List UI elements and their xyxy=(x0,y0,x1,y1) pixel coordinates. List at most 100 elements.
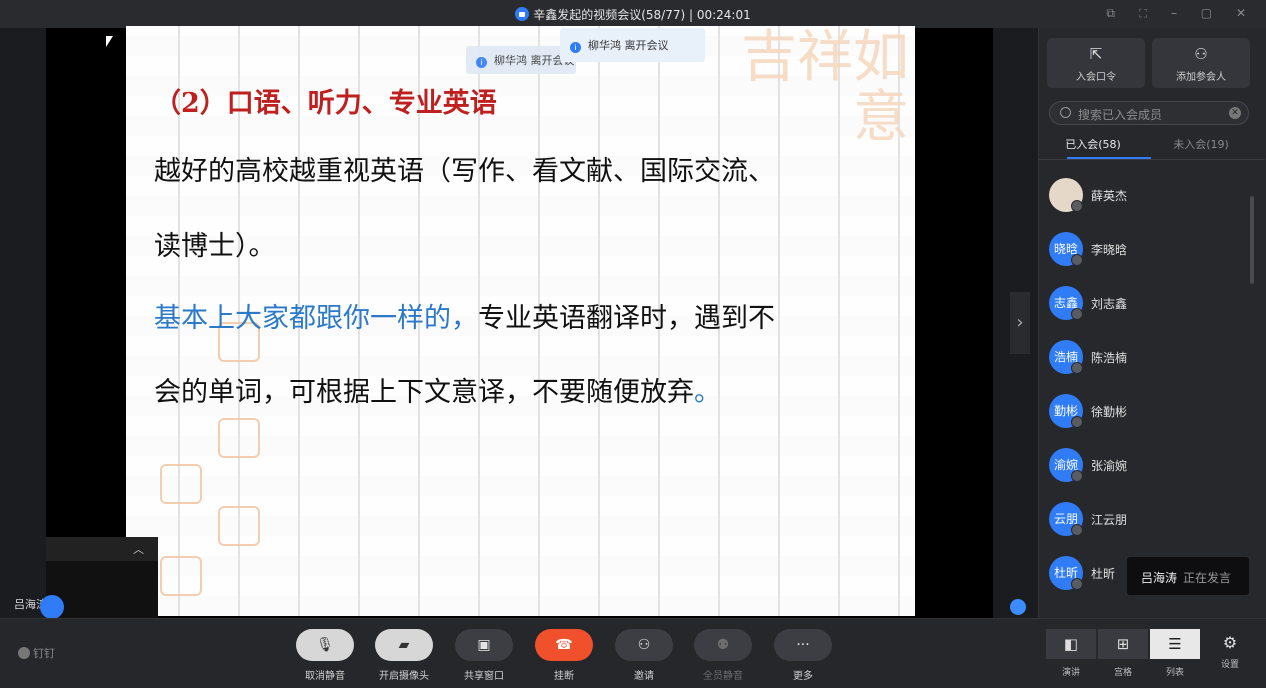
list-item[interactable]: 浩楠 陈浩楠 xyxy=(1049,340,1249,380)
list-item[interactable]: 渝婉 张渝婉 xyxy=(1049,448,1249,488)
camera-off-icon: ▰ xyxy=(375,629,433,661)
add-user-icon: ⚇ xyxy=(615,629,673,661)
member-name: 陈浩楠 xyxy=(1091,351,1128,365)
slide-line-4-text: 会的单词，可根据上下文意译，不要随便放弃 xyxy=(154,377,694,408)
mute-all-button[interactable]: ⚉ 全员静音 xyxy=(693,629,753,682)
add-participant-label: 添加参会人 xyxy=(1176,72,1226,83)
mic-muted-icon xyxy=(1071,254,1083,266)
slide-line-2: 读博士）。 xyxy=(154,231,276,262)
info-icon: i xyxy=(570,42,581,53)
title-bar: 辛鑫发起的视频会议(58/77) | 00:24:01 ⧉ ⛶ – ▢ ✕ xyxy=(0,0,1266,28)
grid-view-button[interactable]: ⊞ 宫格 xyxy=(1098,629,1148,679)
add-user-icon: ⚇ xyxy=(1194,45,1208,63)
speaking-status: 正在发言 xyxy=(1183,571,1232,585)
start-camera-button[interactable]: ▰ 开启摄像头 xyxy=(374,629,434,682)
more-icon: ··· xyxy=(774,629,832,661)
seal-icon xyxy=(160,464,202,504)
participants-panel: ⇱ 入会口令 ⚇ 添加参会人 搜索已入会成员 ✕ 已入会(58) 未入会(19)… xyxy=(1038,28,1266,618)
list-item[interactable]: 薛英杰 xyxy=(1049,178,1249,218)
speaking-indicator: 吕海涛 正在发言 xyxy=(1127,557,1249,595)
hang-up-icon: ☎ xyxy=(535,629,593,661)
camera-label: 开启摄像头 xyxy=(379,671,429,682)
mute-all-label: 全员静音 xyxy=(703,671,743,682)
mic-muted-icon xyxy=(1071,470,1083,482)
gear-icon: ⚙ xyxy=(1222,633,1238,652)
left-strip xyxy=(0,28,46,618)
mute-all-icon: ⚉ xyxy=(694,629,752,661)
mic-muted-icon xyxy=(1071,308,1083,320)
more-button[interactable]: ··· 更多 xyxy=(773,629,833,682)
search-placeholder: 搜索已入会成员 xyxy=(1078,108,1163,122)
member-name: 刘志鑫 xyxy=(1091,297,1128,311)
meeting-toolbar: 钉钉 🎙 取消静音 ▰ 开启摄像头 ▣ 共享窗口 ☎ 挂断 ⚇ 邀请 ⚉ 全员静… xyxy=(0,618,1266,688)
slide-line-3: 基本上大家都跟你一样的，专业英语翻译时，遇到不 xyxy=(154,296,775,335)
mic-muted-icon xyxy=(1071,416,1083,428)
member-name: 张渝婉 xyxy=(1091,459,1128,473)
seal-icon xyxy=(218,418,260,458)
invite-code-button[interactable]: ⇱ 入会口令 xyxy=(1047,38,1145,88)
settings-button[interactable]: ⚙ 设置 xyxy=(1212,631,1248,670)
presentation-slide: 吉祥如意 （2）口语、听力、专业英语 越好的高校越重视英语（写作、看文献、国际交… xyxy=(126,26,915,616)
brand-label: 钉钉 xyxy=(33,647,55,660)
seal-icon xyxy=(160,556,202,596)
slide-line-3-rest: 专业英语翻译时，遇到不 xyxy=(478,303,775,334)
info-icon: i xyxy=(476,57,487,68)
member-name: 杜昕 xyxy=(1091,567,1116,581)
mic-off-icon: 🎙 xyxy=(296,629,354,661)
slide-line-4: 会的单词，可根据上下文意译，不要随便放弃。 xyxy=(154,370,721,409)
mic-muted-icon xyxy=(1071,578,1083,590)
member-tabs: 已入会(58) 未入会(19) xyxy=(1039,132,1265,160)
share-window-button[interactable]: ▣ 共享窗口 xyxy=(454,629,514,682)
chevron-up-icon[interactable]: ︿ xyxy=(133,541,144,557)
speaker-view-button[interactable]: ◧ 演讲 xyxy=(1046,629,1096,679)
window-controls[interactable]: ⧉ ⛶ – ▢ ✕ xyxy=(1106,6,1256,21)
slide-line-3-highlight: 基本上大家都跟你一样的， xyxy=(154,303,478,334)
add-participant-button[interactable]: ⚇ 添加参会人 xyxy=(1152,38,1250,88)
speaker-view-label: 演讲 xyxy=(1061,668,1080,678)
leave-notification: i 柳华鸿 离开会议 xyxy=(560,28,705,62)
list-item[interactable]: 云朋 江云朋 xyxy=(1049,502,1249,542)
window-title: 辛鑫发起的视频会议(58/77) | 00:24:01 xyxy=(0,6,1266,23)
list-view-button[interactable]: ☰ 列表 xyxy=(1150,629,1200,679)
tab-joined[interactable]: 已入会(58) xyxy=(1043,136,1143,152)
speaker-name: 吕海涛 xyxy=(1141,571,1178,585)
seal-icon xyxy=(218,506,260,546)
member-name: 薛英杰 xyxy=(1091,189,1128,203)
list-view-label: 列表 xyxy=(1165,668,1184,678)
slide-line-4-end: 。 xyxy=(694,377,721,408)
clear-icon[interactable]: ✕ xyxy=(1229,107,1241,119)
invite-label: 邀请 xyxy=(634,671,654,682)
share-label: 共享窗口 xyxy=(464,671,504,682)
collapse-panel-button[interactable]: › xyxy=(1010,292,1030,354)
self-view-header: ︿ xyxy=(46,537,158,561)
list-item[interactable]: 晓晗 李晓晗 xyxy=(1049,232,1249,272)
member-name: 李晓晗 xyxy=(1091,243,1128,257)
chat-icon[interactable] xyxy=(1010,599,1026,615)
invite-code-label: 入会口令 xyxy=(1076,72,1116,83)
slide-line-1: 越好的高校越重视英语（写作、看文献、国际交流、 xyxy=(154,156,775,187)
list-item[interactable]: 志鑫 刘志鑫 xyxy=(1049,286,1249,326)
self-avatar xyxy=(40,595,64,619)
invite-button[interactable]: ⚇ 邀请 xyxy=(614,629,674,682)
member-name: 徐勤彬 xyxy=(1091,405,1128,419)
member-search-input[interactable]: 搜索已入会成员 ✕ xyxy=(1049,101,1249,125)
member-name: 江云朋 xyxy=(1091,513,1128,527)
hangup-label: 挂断 xyxy=(554,671,574,682)
slide-heading: （2）口语、听力、专业英语 xyxy=(154,88,497,119)
mic-muted-icon xyxy=(1071,200,1083,212)
meeting-title: 辛鑫发起的视频会议(58/77) | 00:24:01 xyxy=(533,8,751,22)
grid-view-icon: ⊞ xyxy=(1098,629,1148,659)
tab-not-joined[interactable]: 未入会(19) xyxy=(1151,136,1251,152)
member-list-scrollbar[interactable] xyxy=(1250,196,1254,284)
share-link-icon: ⇱ xyxy=(1089,45,1103,63)
tab-divider xyxy=(1039,159,1265,160)
lock-icon xyxy=(515,7,530,21)
search-icon xyxy=(1060,107,1071,118)
mic-muted-icon xyxy=(1071,524,1083,536)
grid-view-label: 宫格 xyxy=(1113,668,1132,678)
unmute-button[interactable]: 🎙 取消静音 xyxy=(295,629,355,682)
mouse-cursor-icon xyxy=(106,36,113,47)
mic-muted-icon xyxy=(1071,362,1083,374)
list-item[interactable]: 勤彬 徐勤彬 xyxy=(1049,394,1249,434)
hang-up-button[interactable]: ☎ 挂断 xyxy=(534,629,594,682)
